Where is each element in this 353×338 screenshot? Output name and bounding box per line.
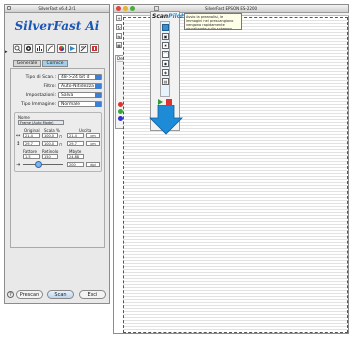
color-correction-icon[interactable] — [57, 44, 66, 53]
tab-cornice[interactable]: Cornice — [42, 60, 68, 67]
scan-type-value: 48->24 bit d — [61, 75, 90, 80]
scanpilot-tooltip: Avvio la preanalisi, le immagini nel pre… — [184, 13, 242, 30]
frame-step-icon[interactable]: ▣ — [162, 33, 169, 40]
zoom-window-icon[interactable] — [130, 6, 135, 11]
retino-field[interactable]: 150 — [42, 154, 58, 159]
filter-popup[interactable]: Auto-Nitidezza — [58, 83, 102, 89]
close-box[interactable] — [7, 6, 11, 10]
dpi-unit-popup[interactable]: dpi — [86, 162, 100, 167]
exit-button[interactable]: Esci — [79, 290, 106, 299]
resolution-slider-track[interactable] — [23, 164, 63, 165]
scanpilot-title-accent: Pilot — [168, 13, 184, 20]
help-button[interactable]: ? — [7, 291, 14, 298]
scanpilot-title-main: Scan — [152, 13, 169, 20]
scanpilot-down-arrow-icon — [149, 105, 183, 135]
resolution-icon: ⇥ — [16, 162, 21, 168]
preview-window: SilverFast EPSON ES-2200 + ↻ ⇆ ▦ Densito… — [113, 4, 349, 334]
zoom-in-icon[interactable]: + — [116, 15, 122, 21]
settings-popup[interactable]: Salva — [58, 92, 102, 98]
width-output-field[interactable]: 21.4 — [67, 133, 84, 138]
sharpen-step-icon[interactable]: ◈ — [162, 69, 169, 76]
cornice-panel: Tipo di Scan.: 48->24 bit d Filtro: Auto… — [10, 68, 105, 248]
image-type-popup[interactable]: Normale — [58, 101, 102, 107]
close-window-icon[interactable] — [116, 6, 121, 11]
color-step-icon[interactable]: ◉ — [162, 60, 169, 67]
scanpilot-title: ScanPilot — [152, 13, 184, 20]
histogram-icon[interactable] — [35, 44, 44, 53]
frame-name-field[interactable]: Frame (Auto Mode) — [18, 120, 64, 125]
settings-value: Salva — [61, 93, 74, 98]
auto-step-icon[interactable]: ✷ — [162, 42, 169, 49]
magnifier-tool-icon[interactable] — [13, 44, 22, 53]
expert-dialog-icon[interactable] — [79, 44, 88, 53]
resolution-slider-thumb[interactable] — [35, 161, 42, 168]
prescan-button[interactable]: Prescan — [16, 290, 43, 299]
control-window-titlebar[interactable]: SilverFast v6.4.2r1 — [5, 5, 109, 13]
gradation-curve-icon[interactable] — [46, 44, 55, 53]
silverfast-logo: SilverFast Ai — [14, 19, 100, 33]
prescan-step-icon[interactable] — [162, 24, 169, 31]
popup-arrow-icon — [95, 84, 101, 89]
image-type-label: Tipo Immagine: — [21, 102, 56, 107]
tab-generale[interactable]: Generale — [13, 60, 41, 67]
filter-value: Auto-Nitidezza — [61, 84, 94, 89]
scan-button[interactable]: Scan — [47, 290, 74, 299]
scan-type-popup[interactable]: 48->24 bit d — [58, 74, 102, 80]
dpi-field[interactable]: 200 — [67, 162, 84, 167]
scanpilot-steps: ▣ ✷ ⌒ ◉ ◈ ▤ — [160, 21, 170, 97]
image-type-value: Normale — [61, 102, 81, 107]
control-window-title: SilverFast v6.4.2r1 — [38, 6, 76, 11]
auto-adjust-icon[interactable] — [24, 44, 33, 53]
popup-arrow-icon — [95, 102, 101, 107]
height-mode-icon: ⊓ — [59, 142, 63, 147]
tool-icon-row — [13, 43, 107, 54]
filter-label: Filtro: — [43, 84, 56, 89]
width-original-field[interactable]: 21.4 — [23, 133, 40, 138]
height-output-field[interactable]: 29.7 — [67, 141, 84, 146]
minimize-window-icon[interactable] — [123, 6, 128, 11]
popup-arrow-icon — [95, 75, 101, 80]
fattore-field[interactable]: 1.5 — [23, 154, 40, 159]
control-window: SilverFast v6.4.2r1 SilverFast Ai ▸ Gene… — [4, 4, 110, 304]
height-unit-popup[interactable]: cm — [86, 141, 100, 146]
tool-scroll-arrow-icon[interactable]: ▸ — [5, 49, 8, 55]
settings-label: Impostazioni: — [25, 93, 56, 98]
scan-step-icon[interactable]: ▤ — [162, 78, 169, 85]
width-unit-popup[interactable]: cm — [86, 133, 100, 138]
scan-type-label: Tipo di Scan.: — [25, 75, 56, 80]
gradation-step-icon[interactable]: ⌒ — [162, 51, 169, 58]
mbyte-field: 24.88 — [67, 154, 84, 159]
mirror-icon[interactable]: ⇆ — [116, 33, 122, 39]
grid-icon[interactable]: ▦ — [116, 42, 122, 48]
width-scale-field[interactable]: 100.0 — [42, 133, 58, 138]
width-arrow-icon: ↔ — [16, 133, 21, 139]
height-arrow-icon: ↕ — [16, 141, 21, 147]
height-scale-field[interactable]: 100.0 — [42, 141, 58, 146]
rotate-icon[interactable]: ↻ — [116, 24, 122, 30]
width-mode-icon: ⊓ — [59, 134, 63, 139]
frame-group: Nome Frame (Auto Mode) Original Scala % … — [14, 112, 102, 172]
info-icon[interactable] — [90, 44, 99, 53]
preview-window-title: SilverFast EPSON ES-2200 — [204, 6, 258, 11]
height-original-field[interactable]: 29.7 — [23, 141, 40, 146]
popup-arrow-icon — [95, 93, 101, 98]
selective-color-icon[interactable] — [68, 44, 77, 53]
